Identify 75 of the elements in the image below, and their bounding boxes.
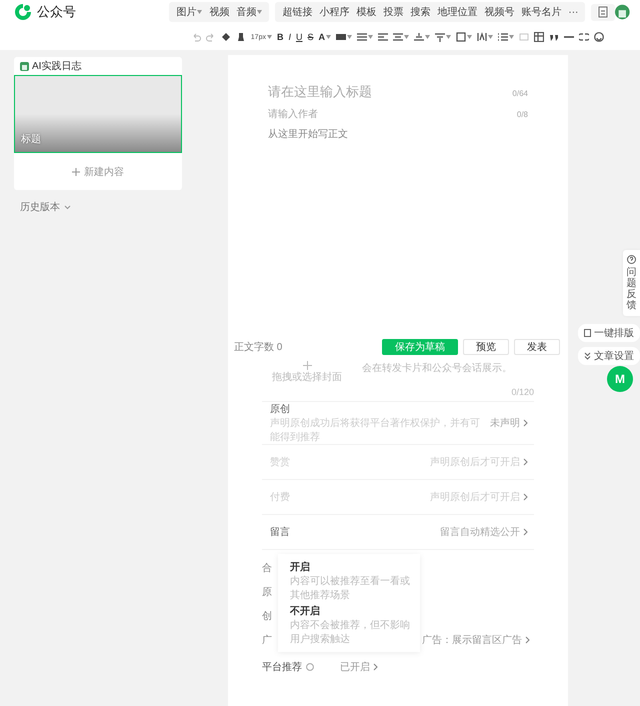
- account-avatar-icon: [20, 62, 29, 70]
- option-description: 内容可以被推荐至看一看或其他推荐场景: [290, 574, 411, 602]
- caret-icon: [488, 35, 493, 39]
- insert-menu-item[interactable]: 投票: [380, 5, 406, 19]
- app-name: 公众号: [37, 3, 76, 21]
- account-name: AI实践日志: [32, 60, 82, 73]
- caret-icon: [509, 35, 514, 39]
- avatar-icon[interactable]: [615, 4, 630, 20]
- chevron-icon: [523, 419, 528, 427]
- align-icon[interactable]: [357, 32, 367, 42]
- format-button[interactable]: B: [276, 32, 284, 42]
- caret-icon: [425, 35, 430, 39]
- logo-icon: [14, 3, 32, 21]
- side-tool-button[interactable]: 文章设置: [578, 347, 640, 365]
- word-count-label: 正文字数 0: [234, 340, 282, 354]
- setting-label: 广: [262, 634, 272, 647]
- align-left-icon[interactable]: [378, 32, 388, 42]
- chevron-icon: [373, 663, 378, 671]
- option-label[interactable]: 开启: [290, 560, 414, 574]
- insert-menu-item[interactable]: 地理位置: [434, 5, 480, 19]
- setting-label: 合: [262, 562, 272, 575]
- body-field[interactable]: 从这里开始写正文: [228, 121, 568, 147]
- chevrons-down-icon: [584, 352, 591, 360]
- caret-icon: [446, 35, 451, 39]
- caret-icon: [404, 35, 409, 39]
- insert-menu-item[interactable]: 搜索: [407, 5, 434, 19]
- emoji-icon[interactable]: [594, 32, 604, 42]
- format-button[interactable]: A: [318, 32, 331, 42]
- chevron-icon: [523, 493, 528, 501]
- feedback-tab[interactable]: 问题反馈: [623, 250, 640, 316]
- insert-menu-item[interactable]: 小程序: [316, 5, 352, 19]
- insert-menu-item[interactable]: 模板: [353, 5, 380, 19]
- insert-menu-item[interactable]: 视频号: [481, 5, 518, 19]
- history-dropdown[interactable]: 历史版本: [20, 200, 182, 214]
- plus-icon: [302, 361, 312, 370]
- action-button[interactable]: 发表: [514, 339, 560, 355]
- caret-icon: [347, 35, 352, 39]
- insert-menu-item[interactable]: 视频: [206, 5, 232, 19]
- action-button[interactable]: 预览: [463, 339, 509, 355]
- caret-icon: [467, 35, 472, 39]
- author-counter: 0/8: [516, 110, 528, 119]
- chevron-down-icon: [64, 204, 71, 210]
- insert-menu-item[interactable]: 超链接: [279, 5, 316, 19]
- align-center-icon[interactable]: [393, 32, 403, 42]
- plus-icon: [72, 168, 80, 176]
- quote-icon[interactable]: [549, 32, 559, 42]
- caret-icon: [368, 35, 373, 39]
- list-icon[interactable]: [498, 32, 508, 42]
- title-counter: 0/64: [512, 89, 528, 98]
- option-description: 内容不会被推荐，但不影响用户搜索触达: [290, 618, 411, 646]
- insert-menu-item[interactable]: 账号名片: [518, 5, 564, 19]
- format-button[interactable]: S: [307, 32, 314, 42]
- setting-label: 创: [262, 610, 272, 623]
- format-button[interactable]: U: [296, 32, 302, 42]
- side-tool-button[interactable]: 一键排版: [578, 324, 640, 342]
- insert-menu-item[interactable]: ···: [565, 5, 582, 19]
- caret-icon: [266, 35, 272, 39]
- option-label[interactable]: 不开启: [290, 604, 414, 618]
- chevron-icon: [525, 636, 530, 644]
- document-icon: [598, 6, 608, 18]
- setting-label: 平台推荐: [262, 660, 302, 674]
- insert-menu-item[interactable]: 图片: [173, 5, 206, 19]
- cover-title: 标题: [21, 132, 41, 146]
- table-icon[interactable]: [534, 32, 544, 42]
- chevron-icon: [523, 458, 528, 466]
- summary-hint: 会在转发卡片和公众号会话展示。: [362, 362, 512, 375]
- setting-label: 留言: [270, 526, 290, 539]
- summary-counter: 0/120: [511, 387, 534, 397]
- setting-label: 原: [262, 586, 272, 599]
- insert-menu-item[interactable]: 音频: [233, 5, 266, 19]
- setting-label: 原创: [270, 403, 291, 416]
- chevron-icon: [523, 528, 528, 536]
- document-button[interactable]: [591, 4, 616, 20]
- format-button[interactable]: I: [288, 32, 291, 42]
- caret-icon: [326, 35, 331, 39]
